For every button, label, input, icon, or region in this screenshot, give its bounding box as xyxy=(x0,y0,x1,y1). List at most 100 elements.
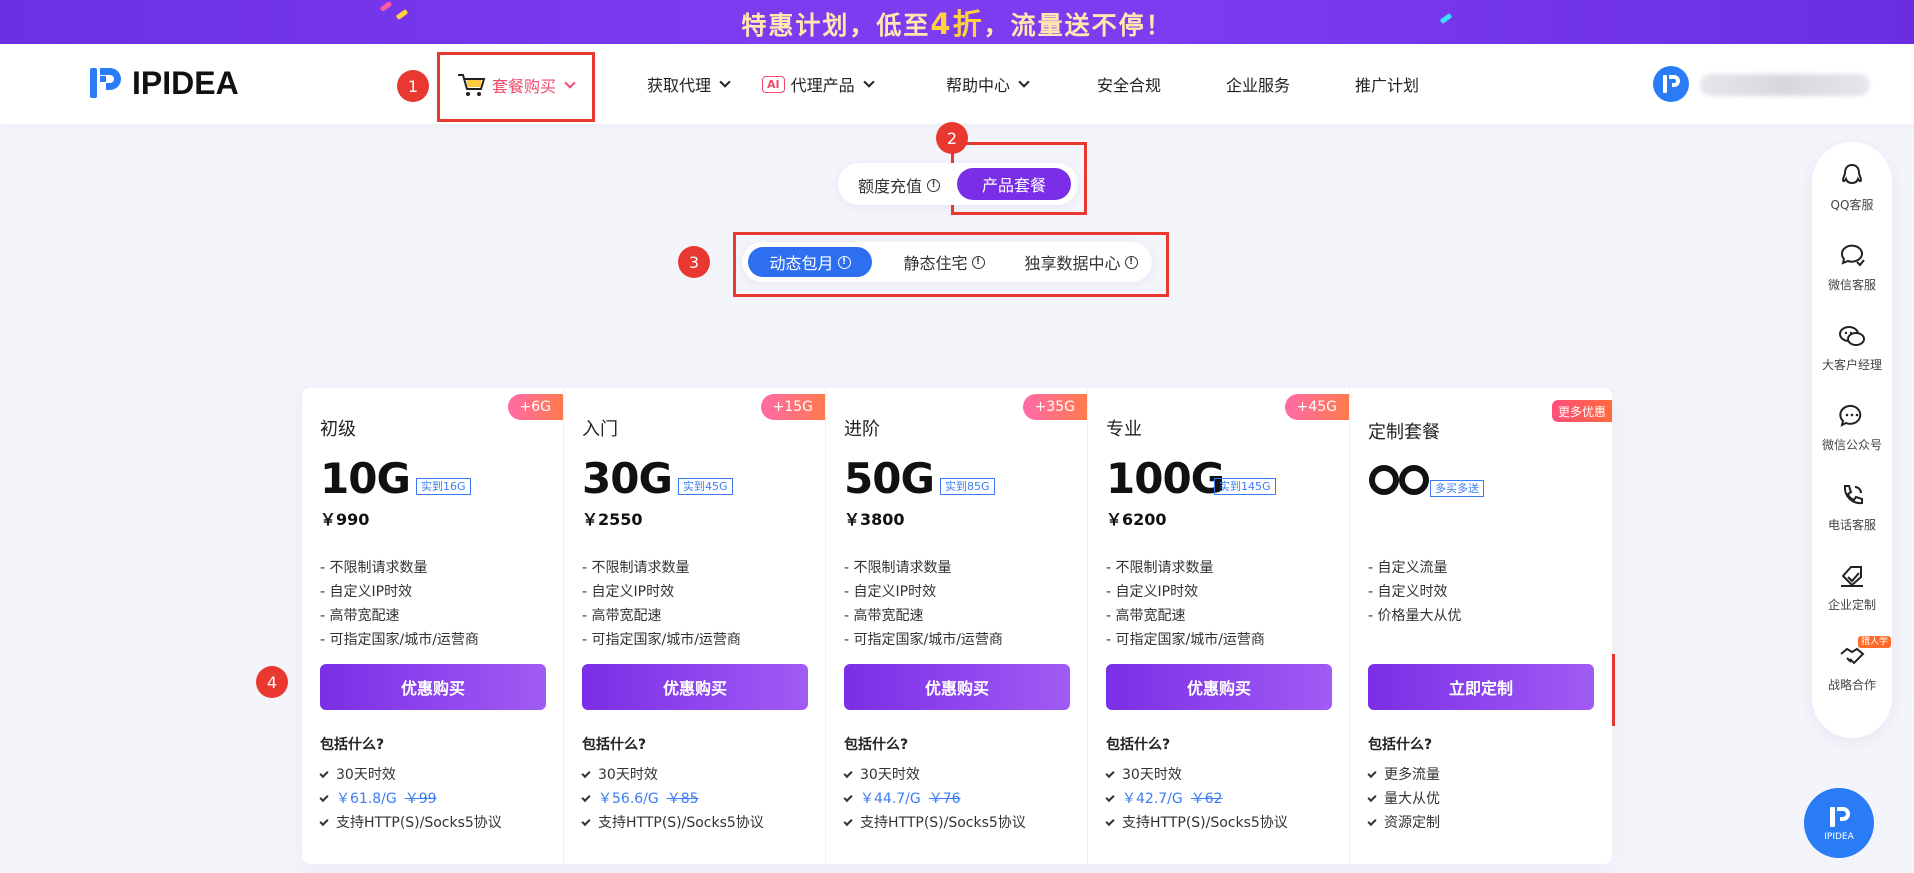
info-icon[interactable]: ! xyxy=(927,178,941,192)
plan-price: ￥3800 xyxy=(844,510,905,529)
original-price: ￥62 xyxy=(1190,791,1223,807)
floating-logo-text: IPIDEA xyxy=(1824,832,1854,842)
nav-enterprise-service[interactable]: 企业服务 xyxy=(1226,72,1290,96)
sidebar-item-wechat-service[interactable]: 微信客服 xyxy=(1812,242,1892,312)
include-text: 30天时效 xyxy=(860,767,920,783)
tab-label: 静态住宅 xyxy=(903,254,968,273)
sidebar-item-qq[interactable]: QQ客服 xyxy=(1812,162,1892,232)
include-text: 更多流量 xyxy=(1384,767,1440,783)
feature-list: - 不限制请求数量 - 自定义IP时效 - 高带宽配速 - 可指定国家/城市/运… xyxy=(582,556,741,652)
feature-item: - 不限制请求数量 xyxy=(320,560,428,576)
feature-list: - 不限制请求数量 - 自定义IP时效 - 高带宽配速 - 可指定国家/城市/运… xyxy=(1106,556,1265,652)
tab-static-residential[interactable]: 静态住宅 ! xyxy=(882,247,1006,277)
check-icon xyxy=(1367,768,1377,778)
feature-item: - 不限制请求数量 xyxy=(844,560,952,576)
includes-list: 30天时效 ￥44.7/G ￥76 支持HTTP(S)/Socks5协议 xyxy=(843,763,1026,835)
includes-list: 30天时效 ￥56.6/G ￥85 支持HTTP(S)/Socks5协议 xyxy=(581,763,764,835)
bonus-badge: +6G xyxy=(507,394,563,420)
includes-list: 30天时效 ￥42.7/G ￥62 支持HTTP(S)/Socks5协议 xyxy=(1105,763,1288,835)
feature-item: - 高带宽配速 xyxy=(1106,608,1186,624)
nav-help-center[interactable]: 帮助中心 xyxy=(946,72,1030,96)
feature-list: - 不限制请求数量 - 自定义IP时效 - 高带宽配速 - 可指定国家/城市/运… xyxy=(320,556,479,652)
promo-banner[interactable]: 特惠计划，低至4折，流量送不停！ xyxy=(0,0,1914,44)
buy-button[interactable]: 优惠购买 xyxy=(320,664,546,710)
confetti-decoration xyxy=(379,1,393,12)
buy-button[interactable]: 优惠购买 xyxy=(844,664,1070,710)
include-text: 支持HTTP(S)/Socks5协议 xyxy=(860,815,1026,831)
buy-button[interactable]: 优惠购买 xyxy=(1106,664,1332,710)
sidebar-item-phone[interactable]: 电话客服 xyxy=(1812,482,1892,552)
logo-icon xyxy=(90,68,121,98)
tab-dynamic-monthly[interactable]: 动态包月 ! xyxy=(748,247,872,277)
option-product-package[interactable]: 产品套餐 xyxy=(957,168,1071,200)
sidebar-item-strategic-partnership[interactable]: 猎人学 战略合作 xyxy=(1812,636,1892,712)
feature-list: - 不限制请求数量 - 自定义IP时效 - 高带宽配速 - 可指定国家/城市/运… xyxy=(844,556,1003,652)
nav-label: 企业服务 xyxy=(1226,76,1291,95)
annotation-badge-4: 4 xyxy=(256,666,288,698)
new-badge: 猎人学 xyxy=(1858,636,1892,648)
unit-price: ￥56.6/G xyxy=(598,791,659,807)
floating-support-button[interactable]: IPIDEA xyxy=(1804,788,1874,858)
info-icon[interactable]: ! xyxy=(1124,255,1138,269)
feature-item: - 可指定国家/城市/运营商 xyxy=(844,632,1003,648)
sidebar-item-account-manager[interactable]: 大客户经理 xyxy=(1812,322,1892,392)
sidebar-item-official-account[interactable]: 微信公众号 xyxy=(1812,402,1892,472)
check-icon xyxy=(1367,816,1377,826)
banner-text: 特惠计划，低至4折，流量送不停！ xyxy=(741,7,1173,41)
actual-amount-tag: 实到45G xyxy=(678,478,733,495)
check-icon xyxy=(319,768,329,778)
tab-label: 独享数据中心 xyxy=(1024,254,1121,273)
username-blurred[interactable] xyxy=(1700,74,1870,96)
annotation-box-1 xyxy=(437,52,595,122)
nav-label: 获取代理 xyxy=(647,76,712,95)
info-icon[interactable]: ! xyxy=(971,255,985,269)
annotation-badge-3: 3 xyxy=(678,246,710,278)
check-icon xyxy=(581,768,591,778)
nav-get-proxy[interactable]: 获取代理 xyxy=(647,72,731,96)
include-text: 30天时效 xyxy=(598,767,658,783)
info-icon[interactable]: ! xyxy=(837,255,851,269)
pricing-card-starter: +15G 入门 30G 实到45G ￥2550 - 不限制请求数量 - 自定义I… xyxy=(564,388,826,864)
sidebar-label: 战略合作 xyxy=(1827,678,1876,692)
tab-label: 动态包月 xyxy=(769,254,834,273)
nav-security-compliance[interactable]: 安全合规 xyxy=(1097,72,1161,96)
plan-price: ￥6200 xyxy=(1106,510,1167,529)
plan-name: 专业 xyxy=(1106,419,1142,440)
wechat-chat-icon xyxy=(1840,244,1865,267)
feature-item: - 高带宽配速 xyxy=(582,608,662,624)
tab-dedicated-datacenter[interactable]: 独享数据中心 ! xyxy=(1016,247,1146,277)
logo-icon xyxy=(1830,807,1850,827)
buy-button[interactable]: 优惠购买 xyxy=(582,664,808,710)
include-text: 资源定制 xyxy=(1384,815,1440,831)
pricing-card-basic: +6G 初级 10G 实到16G ￥990 - 不限制请求数量 - 自定义IP时… xyxy=(302,388,564,864)
sidebar-item-enterprise-custom[interactable]: 企业定制 xyxy=(1812,562,1892,632)
option-quota-recharge[interactable]: 额度充值 ! xyxy=(858,173,941,197)
pricing-cards: +6G 初级 10G 实到16G ￥990 - 不限制请求数量 - 自定义IP时… xyxy=(302,388,1612,864)
avatar[interactable] xyxy=(1653,66,1689,102)
feature-item: - 自定义IP时效 xyxy=(320,584,413,600)
plan-size: 50G xyxy=(844,454,935,503)
logo[interactable]: IPIDEA xyxy=(88,64,239,102)
qq-icon xyxy=(1841,163,1863,185)
product-type-tabs: 动态包月 ! 静态住宅 ! 独享数据中心 ! xyxy=(742,242,1152,282)
includes-title: 包括什么? xyxy=(1106,737,1171,753)
include-text: 支持HTTP(S)/Socks5协议 xyxy=(598,815,764,831)
customize-button[interactable]: 立即定制 xyxy=(1368,664,1594,710)
includes-list: 更多流量 量大从优 资源定制 xyxy=(1367,763,1440,835)
feature-item: - 自定义IP时效 xyxy=(1106,584,1199,600)
bonus-badge: +15G xyxy=(760,394,825,420)
feature-item: - 不限制请求数量 xyxy=(1106,560,1214,576)
check-icon xyxy=(1367,792,1377,802)
pricing-card-advanced: +35G 进阶 50G 实到85G ￥3800 - 不限制请求数量 - 自定义I… xyxy=(826,388,1088,864)
nav-proxy-products[interactable]: AI 代理产品 xyxy=(762,72,875,96)
nav-promotion-plan[interactable]: 推广计划 xyxy=(1355,72,1419,96)
feature-item: - 高带宽配速 xyxy=(844,608,924,624)
buy-more-get-more-tag: 多买多送 xyxy=(1430,480,1484,497)
check-icon xyxy=(843,816,853,826)
plan-size: 100G xyxy=(1106,454,1225,503)
includes-title: 包括什么? xyxy=(1368,737,1433,753)
bonus-badge: +35G xyxy=(1022,394,1087,420)
include-text: 量大从优 xyxy=(1384,791,1440,807)
feature-item: - 可指定国家/城市/运营商 xyxy=(320,632,479,648)
unit-price: ￥44.7/G xyxy=(860,791,921,807)
